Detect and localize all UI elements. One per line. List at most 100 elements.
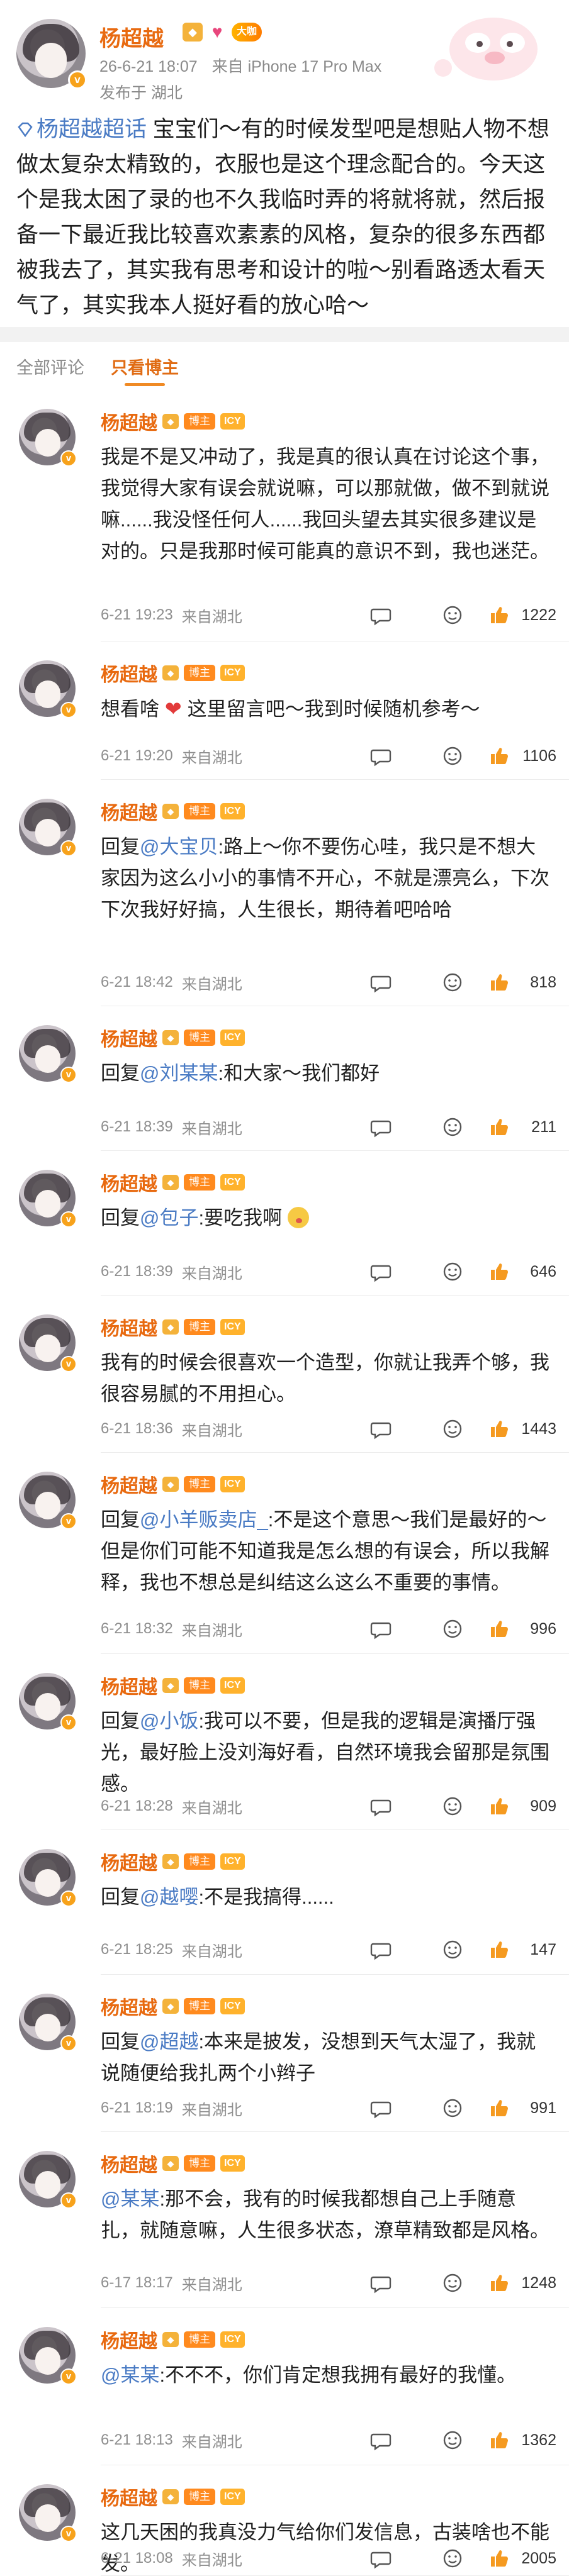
like-icon[interactable] <box>488 2272 510 2294</box>
like-icon[interactable] <box>488 1418 510 1440</box>
emoji-react-icon[interactable] <box>442 1618 463 1640</box>
like-icon[interactable] <box>488 604 510 626</box>
mention-link[interactable]: @越嘤 <box>140 1886 198 1908</box>
comment-time: 6-21 18:36 <box>101 1420 173 1437</box>
diamond-icon: ◆ <box>162 2489 179 2504</box>
mention-link[interactable]: @某某 <box>101 2364 159 2386</box>
reply-icon[interactable] <box>370 1261 392 1282</box>
reply-icon[interactable] <box>370 2097 392 2119</box>
comment-time: 6-21 18:25 <box>101 1941 173 1958</box>
emoji-react-icon[interactable] <box>442 1939 463 1960</box>
commenter-name[interactable]: 杨超越 <box>101 797 157 825</box>
comment-footer: 6-21 18:28 来自湖北 909 <box>101 1792 556 1820</box>
reply-icon[interactable] <box>370 1618 392 1640</box>
mention-link[interactable]: @某某 <box>101 2188 159 2210</box>
commenter-name[interactable]: 杨超越 <box>101 2150 157 2177</box>
like-icon[interactable] <box>488 1939 510 1960</box>
emoji-react-icon[interactable] <box>442 604 463 626</box>
reply-prefix: 回复 <box>101 1886 140 1908</box>
reply-icon[interactable] <box>370 1796 392 1817</box>
reply-icon[interactable] <box>370 972 392 993</box>
reply-icon[interactable] <box>370 1116 392 1138</box>
mention-link[interactable]: @小饭 <box>140 1710 198 1732</box>
reply-icon[interactable] <box>370 604 392 626</box>
comment-body: 回复@刘某某:和大家～我们都好 <box>101 1058 554 1089</box>
like-icon[interactable] <box>488 2429 510 2451</box>
reply-prefix: 回复 <box>101 1062 140 1084</box>
commenter-name[interactable]: 杨超越 <box>101 2326 157 2353</box>
like-icon[interactable] <box>488 1261 510 1282</box>
emoji-react-icon[interactable] <box>442 972 463 993</box>
commenter-name[interactable]: 杨超越 <box>101 1672 157 1699</box>
commenter-name[interactable]: 杨超越 <box>101 659 157 687</box>
mention-link[interactable]: @刘某某 <box>140 1062 218 1084</box>
comment-text: 想看啥 <box>101 698 159 720</box>
commenter-name[interactable]: 杨超越 <box>101 2483 157 2511</box>
commenter-name[interactable]: 杨超越 <box>101 1169 157 1196</box>
reply-prefix: 回复 <box>101 1207 140 1229</box>
heart-emoji-icon: ❤ <box>159 697 188 720</box>
like-icon[interactable] <box>488 1116 510 1138</box>
author-role-badge: 博主 <box>184 1174 215 1191</box>
comment-time: 6-21 19:23 <box>101 606 173 623</box>
reply-icon[interactable] <box>370 2272 392 2294</box>
comment-footer: 6-21 18:13 来自湖北 1362 <box>101 2426 556 2454</box>
reply-icon[interactable] <box>370 745 392 767</box>
icy-badge: ICY <box>220 1319 245 1335</box>
emoji-react-icon[interactable] <box>442 2548 463 2569</box>
like-icon[interactable] <box>488 1618 510 1640</box>
commenter-name[interactable]: 杨超越 <box>101 1470 157 1498</box>
like-icon[interactable] <box>488 2097 510 2119</box>
comment-time: 6-21 18:32 <box>101 1620 173 1637</box>
comment-header: 杨超越 ◆ 博主 ICY <box>101 408 245 435</box>
reply-prefix: 回复 <box>101 1710 140 1732</box>
comment-location: 来自湖北 <box>181 975 242 993</box>
like-icon[interactable] <box>488 2548 510 2569</box>
emoji-react-icon[interactable] <box>442 1116 463 1138</box>
commenter-name[interactable]: 杨超越 <box>101 1313 157 1341</box>
mention-link[interactable]: @小羊贩卖店_ <box>140 1509 268 1531</box>
emoji-react-icon[interactable] <box>442 1261 463 1282</box>
mention-link[interactable]: @超越 <box>140 2031 198 2053</box>
like-icon[interactable] <box>488 1796 510 1817</box>
reply-icon[interactable] <box>370 2548 392 2569</box>
commenter-name[interactable]: 杨超越 <box>101 1024 157 1052</box>
commenter-name[interactable]: 杨超越 <box>101 1992 157 2020</box>
comment-item: v 杨超越 ◆ 博主 ICY 回复@小羊贩卖店_:不是这个意思～我们是最好的～但… <box>0 1453 569 1654</box>
diamond-icon: ◆ <box>162 1175 179 1190</box>
comment-footer: 6-21 18:39 来自湖北 211 <box>101 1113 556 1141</box>
comment-actions: 211 <box>370 1113 556 1141</box>
emoji-react-icon[interactable] <box>442 1418 463 1440</box>
emoji-react-icon[interactable] <box>442 2272 463 2294</box>
comment-footer: 6-21 18:39 来自湖北 646 <box>101 1258 556 1285</box>
emoji-react-icon[interactable] <box>442 2097 463 2119</box>
commenter-name[interactable]: 杨超越 <box>101 408 157 435</box>
author-role-badge: 博主 <box>184 413 215 430</box>
verified-icon: v <box>60 450 77 467</box>
post-text: 宝宝们～有的时候发型吧是想贴人物不想做太复杂太精致的，衣服也是这个理念配合的。今… <box>16 117 549 318</box>
commenter-name[interactable]: 杨超越 <box>101 1848 157 1875</box>
author-name[interactable]: 杨超越 <box>99 21 164 52</box>
reply-icon[interactable] <box>370 1418 392 1440</box>
comment-footer: 6-17 18:17 来自湖北 1248 <box>101 2269 556 2297</box>
like-count: 646 <box>530 1262 556 1280</box>
like-icon[interactable] <box>488 972 510 993</box>
tab-all-comments[interactable]: 全部评论 <box>16 346 84 390</box>
reply-icon[interactable] <box>370 2429 392 2451</box>
diamond-topic-icon <box>18 122 33 138</box>
tab-author-only[interactable]: 只看博主 <box>111 346 179 390</box>
like-icon[interactable] <box>488 745 510 767</box>
emoji-react-icon[interactable] <box>442 1796 463 1817</box>
reply-icon[interactable] <box>370 1939 392 1960</box>
mention-link[interactable]: @大宝贝 <box>140 836 218 858</box>
emoji-react-icon[interactable] <box>442 2429 463 2451</box>
reply-prefix: 回复 <box>101 836 140 858</box>
mention-link[interactable]: @包子 <box>140 1207 198 1229</box>
emoji-react-icon[interactable] <box>442 745 463 767</box>
topic-link[interactable]: 杨超越超话 <box>16 117 147 142</box>
author-role-badge: 博主 <box>184 2331 215 2348</box>
post-meta: 26-6-21 18:07 来自 iPhone 17 Pro Max <box>99 54 392 77</box>
comment-text: :和大家～我们都好 <box>218 1062 380 1084</box>
author-role-badge: 博主 <box>184 2489 215 2505</box>
post-date: 26-6-21 18:07 <box>99 58 198 75</box>
